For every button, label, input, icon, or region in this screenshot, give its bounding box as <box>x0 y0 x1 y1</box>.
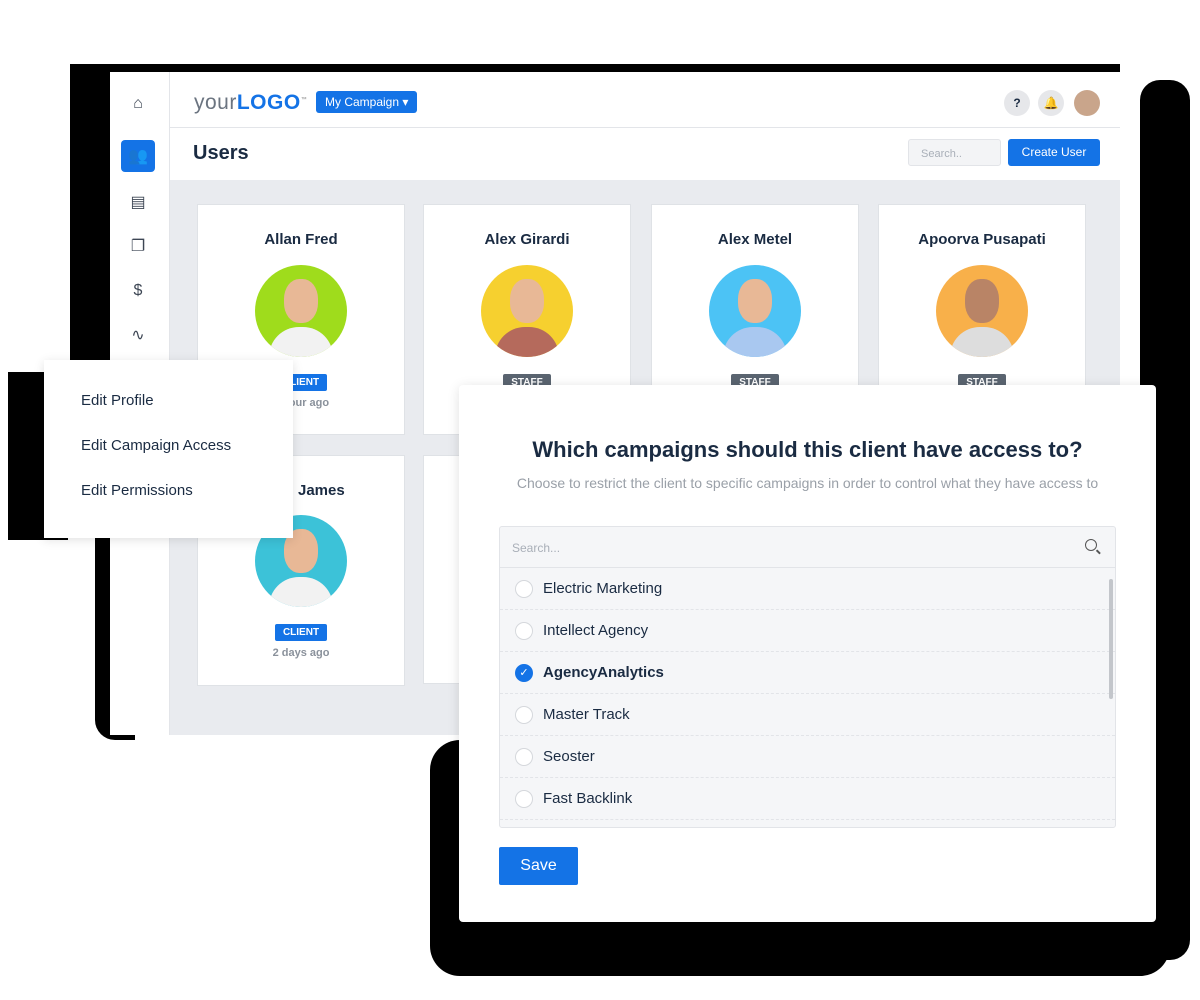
campaign-dropdown[interactable]: My Campaign ▾ <box>316 91 418 113</box>
sidebar-item-reports[interactable]: ▤ <box>121 186 155 218</box>
search-icon[interactable] <box>1085 539 1097 551</box>
campaign-option[interactable]: Seoster <box>500 736 1115 778</box>
sidebar-item-home[interactable]: ⌂ <box>121 88 155 120</box>
role-badge: CLIENT <box>274 624 328 641</box>
avatar <box>709 265 801 357</box>
caret-down-icon: ▾ <box>402 95 409 109</box>
sidebar-item-activity[interactable]: ∿ <box>121 319 155 351</box>
page-title: Users <box>193 142 249 164</box>
copy-icon: ❐ <box>130 238 146 255</box>
help-icon: ? <box>1013 96 1021 110</box>
top-bar: yourLOGO™ My Campaign ▾ ? 🔔 <box>170 72 1120 128</box>
scrollbar[interactable] <box>1109 579 1113 699</box>
logo-tm: ™ <box>300 97 308 103</box>
sidebar-item-users[interactable]: 👥 <box>121 140 155 172</box>
campaign-option[interactable]: Intellect Agency <box>500 610 1115 652</box>
campaign-label: Master Track <box>543 706 630 723</box>
campaign-access-modal: Which campaigns should this client have … <box>459 385 1156 922</box>
radio-icon[interactable] <box>515 621 533 640</box>
user-name: Apoorva Pusapati <box>918 231 1046 248</box>
search-input[interactable]: Search.. <box>908 139 1001 166</box>
dollar-icon: $ <box>133 282 143 299</box>
bell-icon: 🔔 <box>1043 96 1059 110</box>
radio-icon[interactable] <box>515 579 533 598</box>
campaign-label: Electric Marketing <box>543 580 663 597</box>
avatar <box>481 265 573 357</box>
campaign-option[interactable]: Fast Backlink <box>500 778 1115 820</box>
save-button[interactable]: Save <box>499 847 578 885</box>
radio-icon[interactable] <box>515 789 533 808</box>
user-avatar[interactable] <box>1074 90 1100 116</box>
campaign-search-input[interactable]: Search... <box>500 527 1115 568</box>
home-icon: ⌂ <box>133 95 143 112</box>
user-name: James <box>298 482 345 499</box>
logo-text: LOGO <box>236 91 301 114</box>
campaign-label: Intellect Agency <box>543 622 649 639</box>
users-icon: 👥 <box>128 148 148 165</box>
report-icon: ▤ <box>130 194 146 211</box>
notifications-button[interactable]: 🔔 <box>1038 90 1064 116</box>
campaign-label: AgencyAnalytics <box>543 664 664 681</box>
search-placeholder: Search... <box>512 541 561 555</box>
campaign-label: Fast Backlink <box>543 790 633 807</box>
sidebar-item-files[interactable]: ❐ <box>121 230 155 262</box>
pulse-icon: ∿ <box>131 327 145 344</box>
logo-text: your <box>194 91 237 114</box>
avatar <box>255 265 347 357</box>
last-active: 2 days ago <box>272 647 330 659</box>
sidebar-item-billing[interactable]: $ <box>121 275 155 307</box>
title-bar: Users Search.. Create User <box>170 128 1120 180</box>
modal-title: Which campaigns should this client have … <box>532 437 1083 462</box>
menu-item-edit-permissions[interactable]: Edit Permissions <box>81 482 193 499</box>
logo[interactable]: yourLOGO™ <box>194 91 307 115</box>
user-name: Allan Fred <box>264 231 338 248</box>
checked-radio-icon[interactable]: ✓ <box>515 663 533 682</box>
context-menu: Edit Profile Edit Campaign Access Edit P… <box>44 360 293 538</box>
help-button[interactable]: ? <box>1004 90 1030 116</box>
campaign-option[interactable]: Electric Marketing <box>500 568 1115 610</box>
modal-subtitle: Choose to restrict the client to specifi… <box>516 475 1099 491</box>
menu-item-edit-campaign-access[interactable]: Edit Campaign Access <box>81 437 231 454</box>
user-name: Alex Metel <box>717 231 793 248</box>
campaign-option[interactable]: ✓ AgencyAnalytics <box>500 652 1115 694</box>
user-name: Alex Girardi <box>484 231 570 248</box>
campaign-option[interactable]: Master Track <box>500 694 1115 736</box>
radio-icon[interactable] <box>515 747 533 766</box>
menu-item-edit-profile[interactable]: Edit Profile <box>81 392 154 409</box>
campaign-label: My Campaign <box>325 95 400 109</box>
radio-icon[interactable] <box>515 705 533 724</box>
avatar <box>936 265 1028 357</box>
campaign-list: Search... Electric Marketing Intellect Ag… <box>499 526 1116 828</box>
create-user-button[interactable]: Create User <box>1008 139 1100 166</box>
campaign-label: Seoster <box>543 748 595 765</box>
